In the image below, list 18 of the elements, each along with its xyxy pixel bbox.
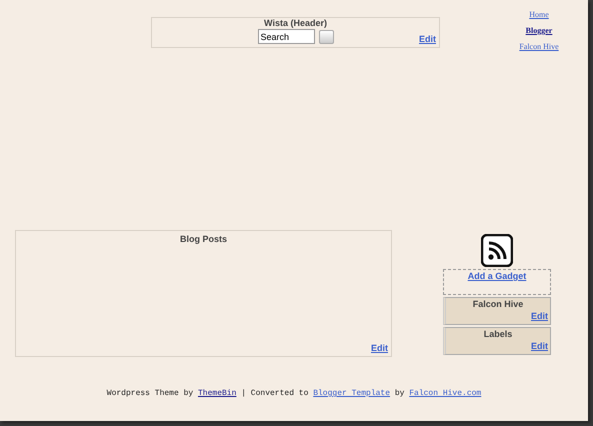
edit-link[interactable]: Edit (371, 342, 388, 355)
rss-icon[interactable] (481, 234, 513, 267)
nav-link[interactable]: Falcon Hive (519, 43, 559, 51)
footer-link[interactable]: Falcon Hive.com (409, 389, 482, 398)
header-title: Wista (Header) (264, 19, 327, 28)
gadget-title: Falcon Hive (472, 300, 524, 309)
gadget-title: Labels (482, 330, 514, 339)
edit-link[interactable]: Edit (531, 312, 548, 321)
panel-title: Blog Posts (180, 233, 227, 246)
nav-link[interactable]: Home (529, 11, 549, 19)
footer-link[interactable]: Blogger Template (313, 389, 390, 398)
nav-link[interactable]: Blogger (526, 27, 552, 35)
footer-link[interactable]: ThemeBin (198, 389, 236, 398)
add-gadget-link[interactable]: Add a Gadget (468, 272, 526, 282)
edit-link[interactable]: Edit (531, 342, 548, 351)
footer-credits: Wordpress Theme by ThemeBin | Converted to Blogger Template by Falcon Hive.com (106, 388, 482, 400)
edit-link[interactable]: Edit (419, 32, 436, 46)
search-field[interactable]: Search (258, 29, 314, 44)
